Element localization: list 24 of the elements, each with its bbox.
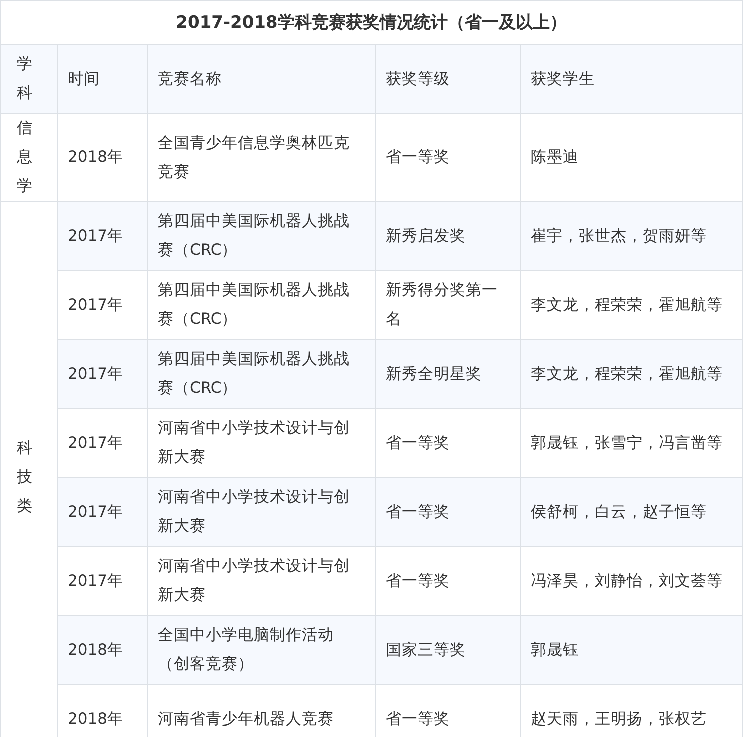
year-cell: 2017年 [58,202,148,270]
students-cell: 郭晟钰 [520,616,742,684]
column-header: 获奖等级 [376,44,520,114]
year-cell: 2017年 [58,340,148,408]
students-cell: 李文龙，程荣荣，霍旭航等 [520,340,742,408]
subject-cell: 科技类 [0,202,58,737]
contest-cell: 河南省中小学技术设计与创新大赛 [148,478,376,546]
column-header: 获奖学生 [520,44,742,114]
year-cell: 2017年 [58,478,148,546]
year-cell: 2018年 [58,616,148,684]
column-header: 学科 [0,44,58,114]
column-header: 竞赛名称 [148,44,376,114]
contest-cell: 第四届中美国际机器人挑战赛（CRC） [148,202,376,270]
column-header: 时间 [58,44,148,114]
contest-cell: 全国中小学电脑制作活动（创客竞赛） [148,616,376,684]
table-title: 2017-2018学科竞赛获奖情况统计（省一及以上） [0,0,742,44]
award-cell: 新秀全明星奖 [376,340,520,408]
award-cell: 国家三等奖 [376,616,520,684]
award-cell: 新秀启发奖 [376,202,520,270]
contest-cell: 第四届中美国际机器人挑战赛（CRC） [148,340,376,408]
subject-cell: 信息学 [0,114,58,202]
award-cell: 省一等奖 [376,478,520,546]
students-cell: 侯舒柯，白云，赵子恒等 [520,478,742,546]
students-cell: 崔宇，张世杰，贺雨妍等 [520,202,742,270]
